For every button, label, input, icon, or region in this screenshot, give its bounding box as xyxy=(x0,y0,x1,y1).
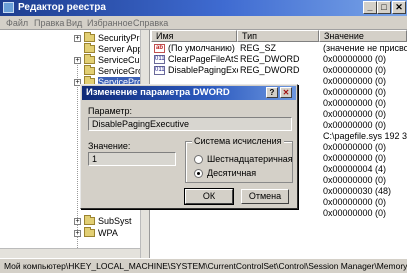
tree-item[interactable]: + WPA xyxy=(0,227,140,239)
binary-value-icon: 011 xyxy=(154,55,165,64)
value-input[interactable]: 1 xyxy=(88,152,176,166)
value-data: 0x00000000 (0) xyxy=(323,54,387,64)
value-data: 0x00000030 (48) xyxy=(323,186,392,196)
value-data: 0x00000000 (0) xyxy=(323,153,387,163)
ok-button[interactable]: ОК xyxy=(184,188,234,205)
folder-icon xyxy=(84,43,95,53)
expand-icon[interactable]: + xyxy=(74,218,81,225)
menu-file[interactable]: Файл xyxy=(6,18,28,28)
column-header-name[interactable]: Имя xyxy=(151,30,237,42)
tree-horizontal-scrollbar[interactable] xyxy=(0,248,140,258)
value-type: REG_DWORD xyxy=(240,54,300,64)
folder-icon xyxy=(84,65,95,75)
value-data: 0x00000000 (0) xyxy=(323,87,387,97)
tree-item[interactable]: + SecurityPro xyxy=(0,32,145,44)
tree-item[interactable]: ServiceGrou xyxy=(0,65,148,77)
value-data: 0x00000000 (0) xyxy=(323,208,387,218)
close-button[interactable]: ✕ xyxy=(392,1,406,14)
value-data: 0x00000000 (0) xyxy=(323,98,387,108)
value-data: 0x00000000 (0) xyxy=(323,120,387,130)
status-bar: Мой компьютер\HKEY_LOCAL_MACHINE\SYSTEM\… xyxy=(0,258,407,273)
base-groupbox: Система исчисления Шестнадцатеричная Дес… xyxy=(185,136,294,183)
minimize-button[interactable]: _ xyxy=(363,1,377,14)
value-data: 0x00000000 (0) xyxy=(323,197,387,207)
radio-button-icon[interactable] xyxy=(194,169,203,178)
window-titlebar: Редактор реестра _ □ ✕ xyxy=(0,0,407,16)
expand-icon[interactable]: + xyxy=(74,35,81,42)
radio-button-icon[interactable] xyxy=(194,155,203,164)
binary-value-icon: 011 xyxy=(154,66,165,75)
menu-favorites[interactable]: Избранное xyxy=(87,18,133,28)
value-type: REG_DWORD xyxy=(240,65,300,75)
hex-radio-label: Шестнадцатеричная xyxy=(207,154,293,164)
column-header-data[interactable]: Значение xyxy=(319,30,407,42)
value-data: 0x00000004 (4) xyxy=(323,164,387,174)
value-data: 0x00000000 (0) xyxy=(323,76,387,86)
menu-view[interactable]: Вид xyxy=(66,18,82,28)
window-title: Редактор реестра xyxy=(18,2,106,13)
value-data: C:\pagefile.sys 192 384 xyxy=(323,131,407,141)
folder-icon xyxy=(84,32,95,42)
value-row[interactable]: 0x00000000 (0) xyxy=(151,208,407,219)
hex-radio[interactable]: Шестнадцатеричная xyxy=(194,154,294,166)
tree-item-label: SubSyst xyxy=(98,216,132,226)
dialog-titlebar: Изменение параметра DWORD ? ✕ xyxy=(82,86,296,100)
dialog-title: Изменение параметра DWORD xyxy=(86,87,230,98)
tree-item[interactable]: + ServiceCurr xyxy=(0,54,146,66)
folder-icon xyxy=(84,215,95,225)
value-data: 0x00000000 (0) xyxy=(323,175,387,185)
menu-help[interactable]: Справка xyxy=(133,18,168,28)
value-data: 0x00000000 (0) xyxy=(323,142,387,152)
value-type: REG_SZ xyxy=(240,43,277,53)
param-label: Параметр: xyxy=(88,106,133,116)
expand-icon[interactable]: + xyxy=(74,57,81,64)
dialog-close-button[interactable]: ✕ xyxy=(280,87,292,98)
column-header-type[interactable]: Тип xyxy=(237,30,319,42)
maximize-button[interactable]: □ xyxy=(377,1,391,14)
tree-item-label: WPA xyxy=(98,228,118,238)
edit-dword-dialog: Изменение параметра DWORD ? ✕ Параметр: … xyxy=(80,84,298,209)
tree-item-label: ServiceCurr xyxy=(98,55,146,65)
value-data: 0x00000000 (0) xyxy=(323,65,387,75)
base-group-title: Система исчисления xyxy=(192,136,284,146)
value-data: (значение не присвоено) xyxy=(323,43,407,53)
value-name: (По умолчанию) xyxy=(168,43,235,53)
dec-radio[interactable]: Десятичная xyxy=(194,168,294,180)
value-row[interactable]: ab (По умолчанию) REG_SZ (значение не присв… xyxy=(151,43,407,54)
value-row[interactable]: 011ClearPageFileAtS...REG_DWORD 0x0000000… xyxy=(151,54,407,65)
folder-icon xyxy=(84,227,95,237)
help-button[interactable]: ? xyxy=(266,87,278,98)
regedit-icon xyxy=(3,2,14,13)
param-name-field: DisablePagingExecutive xyxy=(88,117,292,131)
value-data: 0x00000000 (0) xyxy=(323,109,387,119)
tree-item[interactable]: Server Appl xyxy=(0,43,145,55)
expand-icon[interactable]: + xyxy=(74,230,81,237)
menu-edit[interactable]: Правка xyxy=(34,18,64,28)
string-value-icon: ab xyxy=(154,44,165,53)
folder-icon xyxy=(84,54,95,64)
cancel-button[interactable]: Отмена xyxy=(241,189,289,204)
tree-item-label: Server Appl xyxy=(98,44,145,54)
value-row[interactable]: 011DisablePagingExe...REG_DWORD 0x0000000… xyxy=(151,65,407,76)
tree-item-label: SecurityPro xyxy=(98,33,145,43)
tree-item[interactable]: + SubSyst xyxy=(0,215,140,227)
value-label: Значение: xyxy=(88,141,131,151)
menu-bar: Файл Правка Вид Избранное Справка xyxy=(0,16,407,30)
value-name: DisablePagingExe... xyxy=(168,65,238,75)
dec-radio-label: Десятичная xyxy=(207,168,257,178)
value-name: ClearPageFileAtS... xyxy=(168,54,238,64)
